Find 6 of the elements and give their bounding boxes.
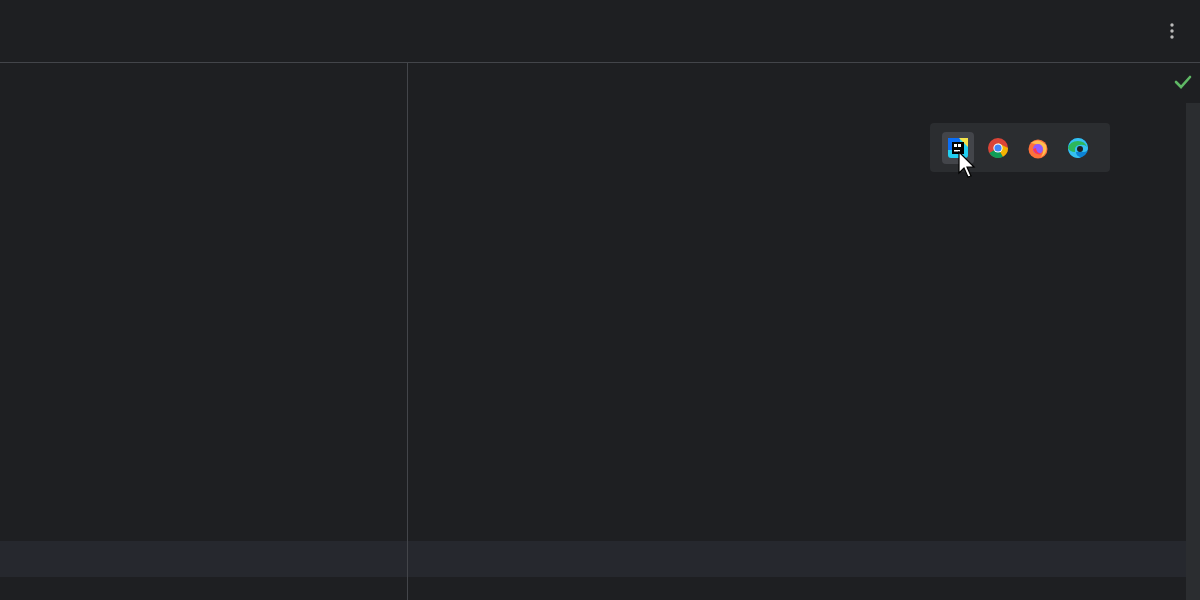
browser-icon xyxy=(1067,136,1089,159)
browser-icon xyxy=(947,136,969,159)
mouse-pointer-icon xyxy=(958,151,976,179)
browser-button[interactable] xyxy=(942,131,974,164)
kebab-icon xyxy=(1170,23,1174,39)
browser-icon xyxy=(987,136,1009,159)
